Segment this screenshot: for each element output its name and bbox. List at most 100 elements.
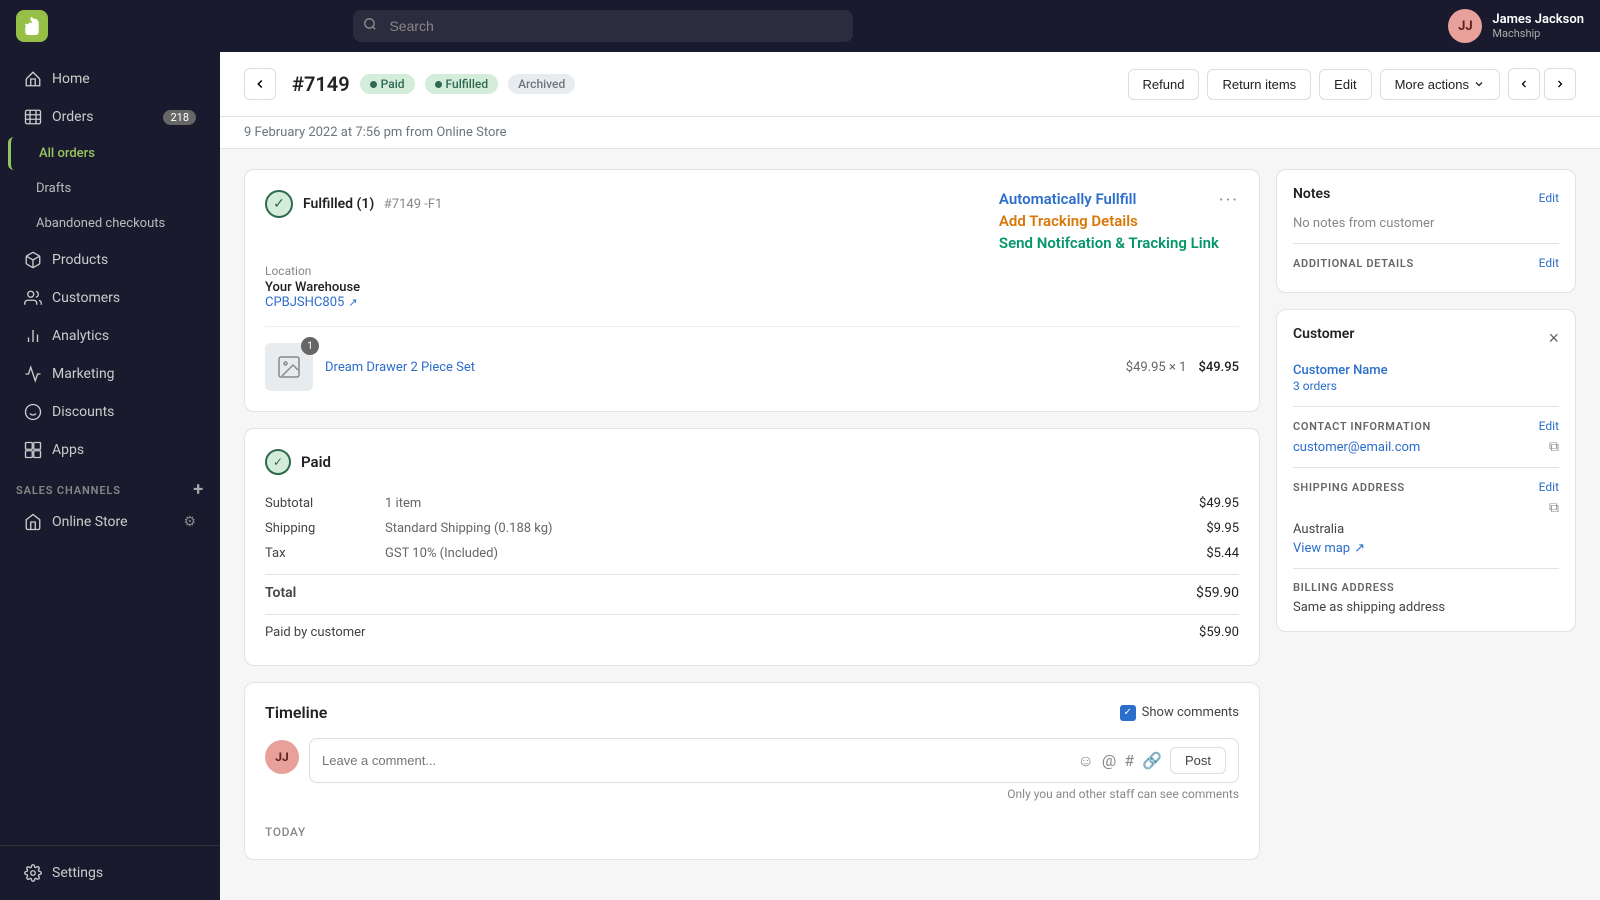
- tax-row: Tax GST 10% (Included) $5.44: [265, 541, 1239, 566]
- sidebar-item-settings[interactable]: Settings: [8, 855, 212, 891]
- fulfillment-card: ✓ Fulfilled (1) #7149 -F1 Automatically …: [244, 169, 1260, 412]
- comment-input[interactable]: [322, 753, 1069, 768]
- back-button[interactable]: [244, 68, 276, 100]
- sidebar-item-home[interactable]: Home: [8, 61, 212, 97]
- add-tracking-link[interactable]: Add Tracking Details: [999, 212, 1219, 230]
- sales-channels-label: SALES CHANNELS: [16, 484, 121, 497]
- post-comment-button[interactable]: Post: [1170, 747, 1226, 774]
- sidebar-item-all-orders[interactable]: All orders: [8, 137, 212, 170]
- mention-icon[interactable]: @: [1102, 751, 1116, 770]
- more-actions-button[interactable]: More actions: [1380, 69, 1500, 100]
- copy-email-icon[interactable]: ⧉: [1549, 439, 1559, 455]
- sidebar-label-online-store: Online Store: [52, 514, 128, 530]
- add-sales-channel-button[interactable]: +: [193, 481, 204, 499]
- paid-label: Paid: [381, 77, 405, 91]
- sidebar-item-abandoned[interactable]: Abandoned checkouts: [8, 207, 212, 240]
- comment-user-initials: JJ: [275, 750, 288, 764]
- copy-address-icon[interactable]: ⧉: [1549, 500, 1559, 516]
- emoji-icon[interactable]: ☺: [1077, 751, 1093, 771]
- user-name: James Jackson: [1492, 12, 1584, 27]
- shipping-address-edit-link[interactable]: Edit: [1539, 480, 1559, 494]
- tax-mid: GST 10% (Included): [385, 546, 1169, 561]
- avatar: JJ: [1448, 9, 1482, 43]
- sidebar-item-products[interactable]: Products: [8, 242, 212, 278]
- fulfillment-action-links: Automatically Fullfill Add Tracking Deta…: [999, 190, 1219, 252]
- edit-button[interactable]: Edit: [1319, 69, 1371, 100]
- nav-arrows: [1508, 68, 1576, 100]
- auto-fulfill-link[interactable]: Automatically Fullfill: [999, 190, 1219, 208]
- order-number: #7149: [292, 72, 350, 96]
- badge-fulfilled: Fulfilled: [425, 74, 499, 94]
- analytics-icon: [24, 327, 42, 345]
- product-name-link[interactable]: Dream Drawer 2 Piece Set: [325, 360, 1114, 375]
- sidebar-label-settings: Settings: [52, 865, 103, 881]
- apps-icon: [24, 441, 42, 459]
- customer-email-link[interactable]: customer@email.com: [1293, 440, 1420, 455]
- user-store: Machship: [1492, 27, 1584, 40]
- shipping-address-label: SHIPPING ADDRESS: [1293, 481, 1405, 494]
- discounts-icon: [24, 403, 42, 421]
- online-store-settings-icon[interactable]: ⚙: [183, 514, 196, 530]
- notes-title: Notes: [1293, 186, 1330, 202]
- sidebar-item-orders[interactable]: Orders 218: [8, 99, 212, 135]
- chevron-right-icon: [1554, 78, 1566, 90]
- sidebar-item-drafts[interactable]: Drafts: [8, 172, 212, 205]
- fulfillment-header-left: ✓ Fulfilled (1) #7149 -F1: [265, 190, 442, 218]
- app-layout: Home Orders 218 All orders Drafts Abando…: [0, 52, 1600, 900]
- paid-by-label: Paid by customer: [265, 625, 385, 640]
- additional-details-label: ADDITIONAL DETAILS: [1293, 257, 1414, 270]
- hashtag-icon[interactable]: #: [1124, 751, 1134, 770]
- sidebar-label-marketing: Marketing: [52, 366, 115, 382]
- product-img-icon: [277, 355, 301, 379]
- sidebar-item-online-store[interactable]: Online Store ⚙: [8, 504, 212, 540]
- user-info: JJ James Jackson Machship: [1448, 9, 1584, 43]
- next-order-button[interactable]: [1544, 68, 1576, 100]
- sidebar-item-apps[interactable]: Apps: [8, 432, 212, 468]
- show-comments-label: Show comments: [1142, 705, 1239, 720]
- sidebar-item-marketing[interactable]: Marketing: [8, 356, 212, 392]
- customer-card-close-button[interactable]: ×: [1548, 328, 1559, 349]
- order-header: #7149 Paid Fulfilled Archived Refund Ret…: [220, 52, 1600, 117]
- customer-name-link[interactable]: Customer Name: [1293, 363, 1388, 378]
- contact-info-edit-link[interactable]: Edit: [1539, 419, 1559, 433]
- show-comments-toggle[interactable]: ✓ Show comments: [1120, 705, 1239, 721]
- notes-divider: [1293, 243, 1559, 244]
- fulfillment-card-header: ✓ Fulfilled (1) #7149 -F1 Automatically …: [265, 190, 1239, 252]
- fulfillment-menu-dots[interactable]: ···: [1219, 190, 1239, 211]
- refund-button[interactable]: Refund: [1128, 69, 1200, 100]
- comment-note: Only you and other staff can see comment…: [309, 787, 1239, 801]
- search-input[interactable]: [353, 10, 853, 42]
- email-row: customer@email.com ⧉: [1293, 439, 1559, 455]
- attachment-icon[interactable]: 🔗: [1142, 751, 1162, 770]
- subtotal-mid: 1 item: [385, 496, 1169, 511]
- timeline-header: Timeline ✓ Show comments: [265, 703, 1239, 722]
- main-column: ✓ Fulfilled (1) #7149 -F1 Automatically …: [244, 169, 1260, 860]
- search-bar: [353, 10, 853, 42]
- shopify-logo: [16, 10, 48, 42]
- return-items-button[interactable]: Return items: [1207, 69, 1311, 100]
- customer-orders-link[interactable]: 3 orders: [1293, 379, 1337, 393]
- fulfillment-title: Fulfilled (1) #7149 -F1: [303, 196, 442, 212]
- multiplier: × 1: [1169, 360, 1186, 375]
- notes-edit-link[interactable]: Edit: [1539, 191, 1559, 205]
- fulfilled-title-text: Fulfilled (1): [303, 196, 374, 212]
- tax-value: $5.44: [1169, 546, 1239, 561]
- order-title-group: #7149 Paid Fulfilled Archived: [292, 72, 1112, 96]
- paid-by-value: $59.90: [1169, 625, 1239, 640]
- additional-details-edit-link[interactable]: Edit: [1539, 256, 1559, 270]
- customer-divider-3: [1293, 568, 1559, 569]
- tracking-link[interactable]: CPBJSHC805 ↗: [265, 295, 1239, 310]
- send-notification-link[interactable]: Send Notifcation & Tracking Link: [999, 234, 1219, 252]
- show-comments-checkbox[interactable]: ✓: [1120, 705, 1136, 721]
- country-label: Australia: [1293, 522, 1559, 537]
- view-map-link[interactable]: View map ↗: [1293, 541, 1559, 556]
- customer-card-title: Customer: [1293, 326, 1354, 342]
- header-actions: Refund Return items Edit More actions: [1128, 68, 1576, 100]
- fulfilled-icon: ✓: [265, 190, 293, 218]
- badge-archived: Archived: [508, 74, 575, 94]
- billing-address-header: BILLING ADDRESS: [1293, 581, 1559, 594]
- sidebar-item-customers[interactable]: Customers: [8, 280, 212, 316]
- prev-order-button[interactable]: [1508, 68, 1540, 100]
- sidebar-item-discounts[interactable]: Discounts: [8, 394, 212, 430]
- sidebar-item-analytics[interactable]: Analytics: [8, 318, 212, 354]
